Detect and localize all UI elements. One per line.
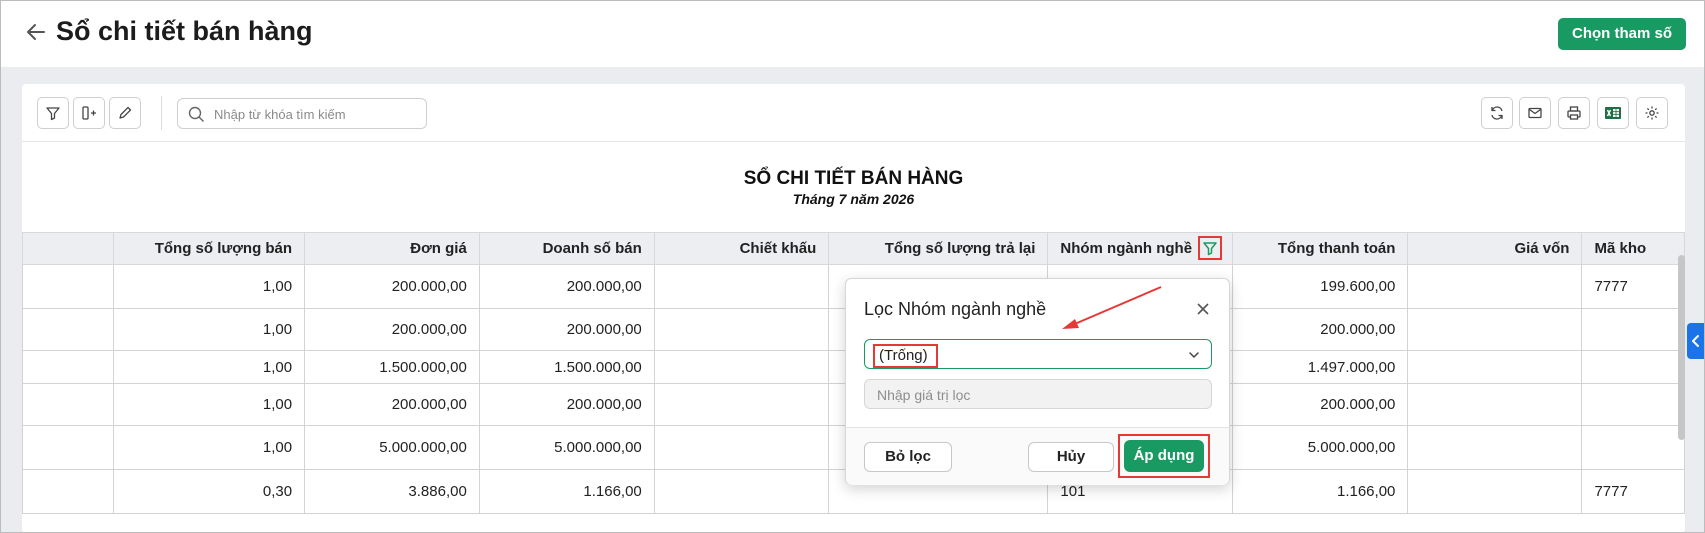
annotation-arrow [1062, 286, 1162, 329]
